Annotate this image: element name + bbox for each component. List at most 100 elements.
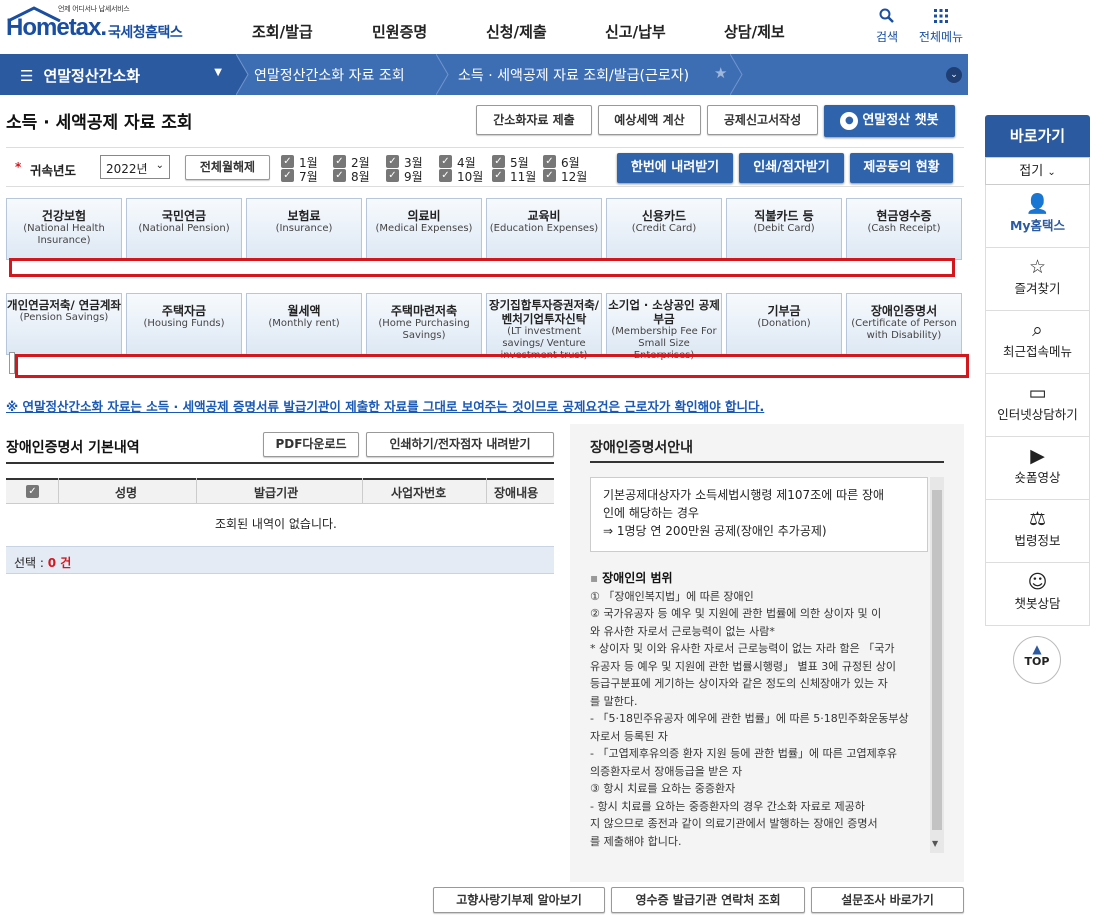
guide-detail-text: ▪ 장애인의 범위 ① 「장애인복지법」에 따른 장애인 ② 국가유공자 등 예우 … [590, 570, 928, 850]
gnb-item-certificate[interactable]: 민원증명 [372, 21, 427, 42]
deduction-tab[interactable]: 월세액 (Monthly rent) [246, 293, 362, 355]
nav-current-menu[interactable]: ☰ 연말정산간소화 ▼ [0, 54, 236, 95]
deduction-tab[interactable]: 주택마련저축 (Home Purchasing Savings) [366, 293, 482, 355]
deduction-tab[interactable]: 주택자금 (Housing Funds) [126, 293, 242, 355]
month-checkbox[interactable]: ✓ [281, 155, 294, 168]
gnb-item-application[interactable]: 신청/제출 [486, 21, 547, 42]
quick-link-item[interactable]: ⌕ 최근접속메뉴 [985, 311, 1090, 374]
consent-status-button[interactable]: 제공동의 현황 [850, 153, 953, 183]
select-all-checkbox[interactable]: ✓ [26, 485, 39, 498]
month-checkbox[interactable]: ✓ [281, 169, 294, 182]
hamburger-icon: ☰ [20, 67, 34, 85]
month-checkbox[interactable]: ✓ [543, 155, 556, 168]
breadcrumb-separator [235, 53, 250, 96]
scroll-down-arrow-icon[interactable]: ▼ [932, 839, 938, 848]
tab-label: 현금영수증 [876, 209, 932, 223]
tab-label: 직불카드 등 [754, 209, 814, 223]
write-deduction-form-button[interactable]: 공제신고서작성 [707, 105, 818, 135]
recent-menu-icon: ⌕ [1032, 319, 1043, 341]
quick-link-label: 즐겨찾기 [1014, 281, 1061, 296]
issuer-contact-button[interactable]: 영수증 발급기관 연락처 조회 [611, 887, 805, 913]
notice-text: ※ 연말정산간소화 자료는 소득 · 세액공제 증명서류 발급기관이 제출한 자… [6, 399, 765, 414]
month-label: 10월 [457, 170, 484, 184]
deduction-tab[interactable]: 의료비 (Medical Expenses) [366, 198, 482, 260]
breadcrumb-separator [435, 53, 450, 96]
submit-simplified-data-button[interactable]: 간소화자료 제출 [476, 105, 592, 135]
deduction-tab[interactable]: 소기업 · 소상공인 공제부금 (Membership Fee For Small… [606, 293, 722, 361]
quick-link-item[interactable]: 👤 My홈택스 [985, 185, 1090, 248]
tab-label: 개인연금저축/ 연금계좌 [7, 298, 122, 312]
favorite-star-icon[interactable]: ★ [714, 64, 727, 82]
month-label: 11월 [510, 170, 537, 184]
tab-label: 주택마련저축 [390, 304, 458, 318]
bullet-icon: ▪ [590, 571, 599, 585]
tab-sublabel: (Medical Expenses) [375, 223, 473, 234]
gnb-item-filing[interactable]: 신고/납부 [605, 21, 666, 42]
guide-line-text: 를 제출해야 합니다. [590, 834, 682, 848]
guide-summary-box: 기본공제대상자가 소득세법시행령 제107조에 따른 장애 인에 해당하는 경우… [590, 477, 928, 552]
deduction-tab[interactable]: 보험료 (Insurance) [246, 198, 362, 260]
guide-scrollbar-thumb[interactable] [932, 490, 942, 830]
search-button[interactable]: 검색 [857, 8, 917, 45]
quick-link-item[interactable]: ☺ 챗봇상담 [985, 563, 1090, 626]
page-title: 소득 · 세액공제 자료 조회 [6, 113, 193, 133]
deduction-tab[interactable]: 국민연금 (National Pension) [126, 198, 242, 260]
month-checkbox[interactable]: ✓ [492, 169, 505, 182]
year-select[interactable]: 2022년 ⌄ [100, 155, 170, 179]
pdf-download-button[interactable]: PDF다운로드 [263, 432, 359, 457]
quick-link-item[interactable]: ▭ 인터넷상담하기 [985, 374, 1090, 437]
expand-circle-icon[interactable]: ⌄ [946, 67, 962, 83]
all-menu-button[interactable]: 전체메뉴 [911, 8, 971, 45]
print-braille-button[interactable]: 인쇄/점자받기 [739, 153, 844, 183]
tab-sublabel: (Home Purchasing Savings) [378, 318, 470, 341]
month-checkbox[interactable]: ✓ [492, 155, 505, 168]
deduction-tab[interactable]: 개인연금저축/ 연금계좌 (Pension Savings) [6, 293, 122, 355]
tab-sublabel: (National Pension) [138, 223, 230, 234]
guide-line-text: 지 않으므로 종전과 같이 의료기관에서 발행하는 장애인 증명서 [590, 817, 878, 830]
tab-sublabel: (Insurance) [275, 223, 333, 234]
chatbot-icon: ● [840, 111, 859, 130]
deduction-tab[interactable]: 장애인증명서 (Certificate of Person with Disabi… [846, 293, 962, 355]
survey-button[interactable]: 설문조사 바로가기 [811, 887, 964, 913]
deduction-tab[interactable]: 교육비 (Education Expenses) [486, 198, 602, 260]
print-download-button[interactable]: 인쇄하기/전자점자 내려받기 [366, 432, 554, 457]
month-checkbox[interactable]: ✓ [439, 169, 452, 182]
month-checkbox[interactable]: ✓ [333, 169, 346, 182]
breadcrumb-item[interactable]: 소득 · 세액공제 자료 조회/발급(근로자) [458, 65, 689, 85]
column-divider [362, 478, 363, 504]
deduction-tab[interactable]: 기부금 (Donation) [726, 293, 842, 355]
quick-link-item[interactable]: ☆ 즐겨찾기 [985, 248, 1090, 311]
breadcrumb-item[interactable]: 연말정산간소화 자료 조회 [254, 65, 405, 85]
gnb-item-inquiry[interactable]: 조회/발급 [252, 21, 313, 42]
estimate-tax-button[interactable]: 예상세액 계산 [598, 105, 701, 135]
quick-link-item[interactable]: ⚖ 법령정보 [985, 500, 1090, 563]
grid-menu-icon [911, 8, 971, 28]
chevron-down-icon: ⌄ [1047, 167, 1056, 178]
deduction-tab[interactable]: 신용카드 (Credit Card) [606, 198, 722, 260]
month-checkbox[interactable]: ✓ [439, 155, 452, 168]
month-checkbox[interactable]: ✓ [386, 155, 399, 168]
guide-line-text: - 「고엽제후유의증 환자 지원 등에 관한 법률」에 따른 고엽제후유 [590, 747, 897, 760]
scroll-top-button[interactable]: ▲ TOP [1013, 636, 1061, 684]
deduction-tab[interactable]: 현금영수증 (Cash Receipt) [846, 198, 962, 260]
quick-link-label: 숏폼영상 [1014, 470, 1061, 485]
quick-link-label: 최근접속메뉴 [1002, 344, 1072, 359]
logo[interactable]: Hometax. [6, 14, 107, 42]
gnb-item-consult[interactable]: 상담/제보 [724, 21, 785, 42]
deduction-tab[interactable]: 건강보험 (National Health Insurance) [6, 198, 122, 260]
month-checkbox[interactable]: ✓ [386, 169, 399, 182]
tab-label: 국민연금 [161, 209, 207, 223]
tab-sublabel: (Pension Savings) [19, 312, 109, 323]
download-all-button[interactable]: 한번에 내려받기 [617, 153, 733, 183]
hometown-donation-button[interactable]: 고향사랑기부제 알아보기 [433, 887, 605, 913]
month-checkbox[interactable]: ✓ [333, 155, 346, 168]
collapse-button[interactable]: 접기 ⌄ [985, 157, 1090, 185]
clear-all-months-button[interactable]: 전체월해제 [185, 155, 270, 180]
month-checkbox[interactable]: ✓ [543, 169, 556, 182]
deduction-tab[interactable]: 직불카드 등 (Debit Card) [726, 198, 842, 260]
deduction-tab[interactable]: 장기집합투자증권저축/ 벤처기업투자신탁 (LT investment savin… [486, 293, 602, 361]
column-header-issuer: 발급기관 [254, 486, 299, 500]
chatbot-button[interactable]: ● 연말정산 챗봇 [824, 105, 955, 137]
quick-link-item[interactable]: ▶ 숏폼영상 [985, 437, 1090, 500]
month-label: 8월 [351, 170, 370, 184]
